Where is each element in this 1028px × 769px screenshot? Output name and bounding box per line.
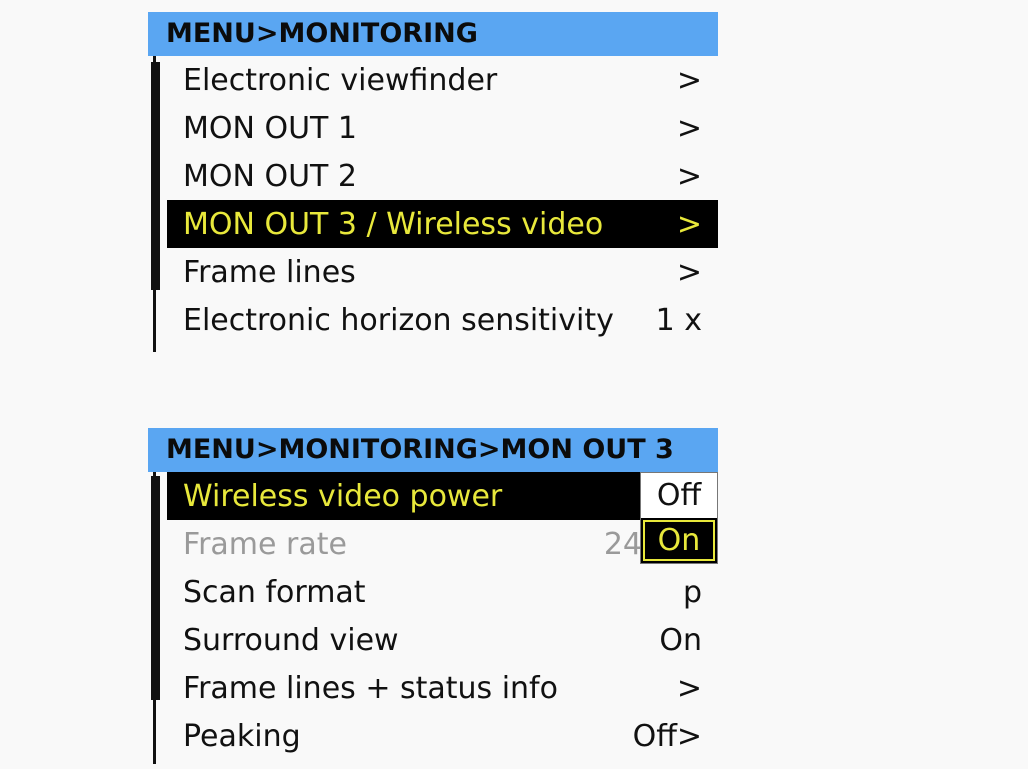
submenu-arrow: > [676, 206, 702, 242]
menu-item-electronic-horizon-sensitivity[interactable]: Electronic horizon sensitivity 1 x [167, 296, 718, 344]
menu-item-label: MON OUT 1 [183, 110, 357, 146]
menu-header: MENU>MONITORING [148, 12, 718, 56]
menu-item-frame-rate: Frame rate 24 [167, 520, 718, 568]
menu-item-wireless-video-power[interactable]: Wireless video power [167, 472, 718, 520]
menu-list: Electronic viewfinder > MON OUT 1 > MON … [148, 56, 718, 352]
menu-item-label: MON OUT 3 / Wireless video [183, 206, 604, 242]
mon-out-3-menu: MENU>MONITORING>MON OUT 3 Wireless video… [148, 428, 718, 764]
menu-item-value: 1 x [655, 302, 702, 338]
menu-item-mon-out-1[interactable]: MON OUT 1 > [167, 104, 718, 152]
menu-item-label: Wireless video power [183, 478, 503, 514]
value-popup: Off On [640, 472, 718, 564]
submenu-arrow: > [676, 158, 702, 194]
submenu-arrow: > [676, 670, 702, 706]
menu-item-electronic-viewfinder[interactable]: Electronic viewfinder > [167, 56, 718, 104]
menu-item-mon-out-2[interactable]: MON OUT 2 > [167, 152, 718, 200]
menu-item-label: Electronic viewfinder [183, 62, 498, 98]
menu-item-value: Off> [632, 718, 702, 754]
menu-item-label: Peaking [183, 718, 301, 754]
menu-item-label: Surround view [183, 622, 399, 658]
menu-item-surround-view[interactable]: Surround view On [167, 616, 718, 664]
menu-item-label: Frame lines + status info [183, 670, 558, 706]
menu-item-frame-lines[interactable]: Frame lines > [167, 248, 718, 296]
menu-item-mon-out-3-wireless-video[interactable]: MON OUT 3 / Wireless video > [167, 200, 718, 248]
menu-item-value: 24 [603, 526, 642, 562]
menu-list: Wireless video power Frame rate 24 Scan … [148, 472, 718, 764]
menu-header: MENU>MONITORING>MON OUT 3 [148, 428, 718, 472]
menu-item-label: MON OUT 2 [183, 158, 357, 194]
menu-item-label: Electronic horizon sensitivity [183, 302, 614, 338]
submenu-arrow: > [676, 62, 702, 98]
menu-item-value: p [682, 574, 702, 610]
scrollbar-thumb[interactable] [151, 62, 160, 290]
menu-item-scan-format[interactable]: Scan format p [167, 568, 718, 616]
monitoring-menu: MENU>MONITORING Electronic viewfinder > … [148, 12, 718, 352]
scrollbar-thumb[interactable] [151, 476, 160, 700]
submenu-arrow: > [676, 254, 702, 290]
menu-item-value: On [659, 622, 702, 658]
menu-item-peaking[interactable]: Peaking Off> [167, 712, 718, 760]
submenu-arrow: > [676, 110, 702, 146]
menu-item-label: Frame rate [183, 526, 347, 562]
menu-item-label: Scan format [183, 574, 366, 610]
menu-item-frame-lines-status-info[interactable]: Frame lines + status info > [167, 664, 718, 712]
popup-option-on[interactable]: On [641, 518, 717, 563]
popup-option-off[interactable]: Off [641, 473, 717, 518]
menu-item-label: Frame lines [183, 254, 356, 290]
